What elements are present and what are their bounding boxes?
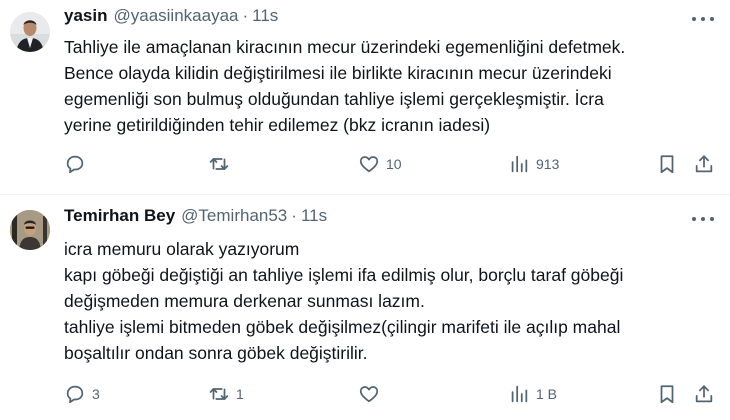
user-handle[interactable]: @yaasiinkaayaa (113, 6, 238, 26)
tweet-header: Temirhan Bey @Temirhan53 · 11s (64, 206, 327, 228)
view-count: 913 (536, 156, 560, 172)
user-handle[interactable]: @Temirhan53 (181, 206, 287, 226)
reply-bubble-icon (66, 155, 84, 174)
retweet-arrows-icon (209, 388, 229, 400)
tweet-text-line: kapı göbeği değiştiği an tahliye işlemi … (64, 265, 624, 285)
bookmark-icon (660, 155, 674, 174)
reply-button[interactable]: 3 (64, 382, 100, 406)
like-button[interactable] (358, 382, 386, 406)
tweet-text-line: tahliye işlemi bitmeden göbek değişilmez… (64, 317, 621, 337)
tweet-header: yasin @yaasiinkaayaa · 11s (64, 6, 278, 28)
display-name[interactable]: yasin (64, 6, 107, 26)
reply-bubble-icon (66, 385, 84, 404)
display-name[interactable]: Temirhan Bey (64, 206, 175, 226)
views-button[interactable]: 913 (508, 152, 559, 176)
tweet-text-line: Bence olayda kilidin değiştirilmesi ile … (64, 63, 612, 83)
reply-count: 3 (92, 386, 100, 402)
bookmark-button[interactable] (656, 382, 678, 406)
views-bar-chart-icon (511, 155, 528, 173)
avatar[interactable] (10, 12, 50, 52)
more-dots-icon[interactable] (692, 10, 714, 28)
retweet-count: 1 (236, 386, 244, 402)
timestamp[interactable]: 11s (301, 206, 327, 226)
share-button[interactable] (693, 382, 715, 406)
action-bar: 3 1 1 B (64, 382, 724, 406)
bookmark-icon (660, 385, 674, 404)
share-upload-icon (695, 155, 713, 173)
share-upload-icon (695, 385, 713, 403)
retweet-button[interactable] (208, 152, 236, 176)
tweet-temirhan-bey[interactable]: Temirhan Bey @Temirhan53 · 11s icra memu… (0, 196, 730, 420)
tweet-text-line: icra memuru olarak yazıyorum (64, 239, 300, 259)
action-bar: 10 913 (64, 152, 724, 176)
tweet-text-line: boşaltılır ondan sonra göbek değiştirili… (64, 343, 368, 363)
tweet-text-line: Tahliye ile amaçlanan kiracının mecur üz… (64, 37, 626, 57)
separator-dot: · (242, 6, 249, 25)
share-button[interactable] (693, 152, 715, 176)
like-button[interactable]: 10 (358, 152, 402, 176)
tweet-text-line: yerine getirildiğinden tehir edilemez (b… (64, 115, 491, 135)
reply-button[interactable] (64, 152, 92, 176)
heart-icon (359, 386, 379, 403)
more-dots-icon[interactable] (692, 210, 714, 228)
tweet-text: Tahliye ile amaçlanan kiracının mecur üz… (64, 34, 694, 138)
like-count: 10 (386, 156, 402, 172)
retweet-button[interactable]: 1 (208, 382, 244, 406)
view-count: 1 B (536, 386, 558, 402)
views-button[interactable]: 1 B (508, 382, 557, 406)
retweet-arrows-icon (209, 158, 229, 170)
tweet-divider (0, 194, 730, 195)
timestamp[interactable]: 11s (252, 6, 278, 26)
heart-icon (359, 156, 379, 173)
tweet-yasin[interactable]: yasin @yaasiinkaayaa · 11s Tahliye ile a… (0, 0, 730, 194)
views-bar-chart-icon (511, 385, 528, 403)
tweet-text-line: egemenliği son bulmuş olduğundan tahliye… (64, 89, 604, 109)
tweet-text: icra memuru olarak yazıyorum kapı göbeği… (64, 236, 694, 366)
bookmark-button[interactable] (656, 152, 678, 176)
separator-dot: · (291, 206, 297, 225)
tweet-text-line: değişmeden memura derkenar sunması lazım… (64, 291, 425, 311)
avatar[interactable] (10, 210, 50, 250)
